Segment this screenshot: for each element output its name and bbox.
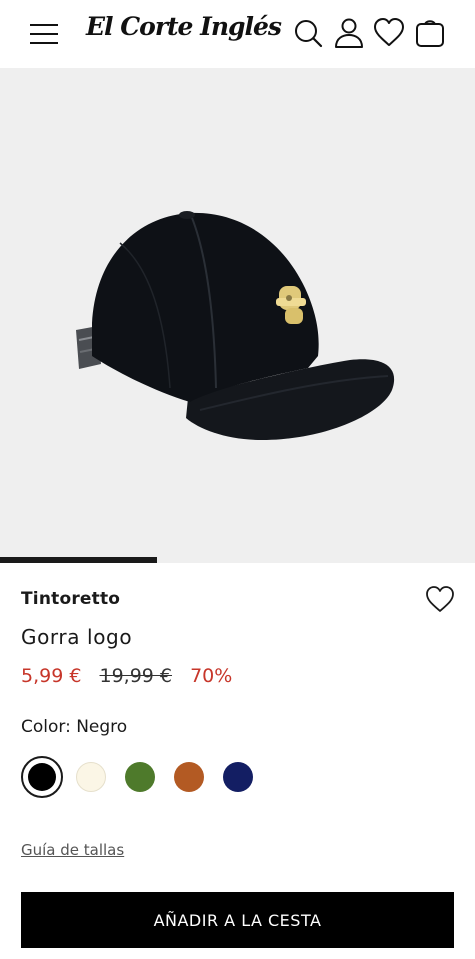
top-header: El Corte Inglés [0, 0, 475, 68]
heart-icon[interactable] [373, 16, 405, 50]
cap-image [76, 211, 395, 440]
brand-logo[interactable]: El Corte Inglés [86, 12, 282, 41]
swatch-navy[interactable] [223, 762, 253, 792]
favorite-heart-icon[interactable] [424, 584, 456, 614]
price-block: 5,99 € 19,99 € 70% [21, 665, 232, 691]
search-icon[interactable] [292, 16, 324, 50]
bag-icon[interactable] [414, 16, 446, 50]
gallery-progress-fill [0, 557, 157, 563]
color-label: Color: Negro [21, 717, 128, 737]
user-icon[interactable] [333, 16, 365, 50]
swatch-brown[interactable] [174, 762, 204, 792]
swatch-cream[interactable] [76, 762, 106, 792]
original-price: 19,99 € [99, 665, 173, 687]
current-price: 5,99 € [21, 665, 82, 687]
product-name: Gorra logo [21, 625, 133, 649]
menu-icon[interactable] [30, 22, 60, 46]
swatch-black[interactable] [21, 756, 63, 798]
discount-badge: 70% [190, 665, 233, 687]
product-brand[interactable]: Tintoretto [21, 589, 120, 609]
gallery-progress [0, 557, 475, 563]
swatch-black-fill [28, 763, 56, 791]
size-guide-link[interactable]: Guía de tallas [21, 841, 124, 859]
product-image-gallery[interactable] [0, 68, 475, 563]
swatch-green[interactable] [125, 762, 155, 792]
add-to-cart-button[interactable]: AÑADIR A LA CESTA [21, 892, 454, 948]
